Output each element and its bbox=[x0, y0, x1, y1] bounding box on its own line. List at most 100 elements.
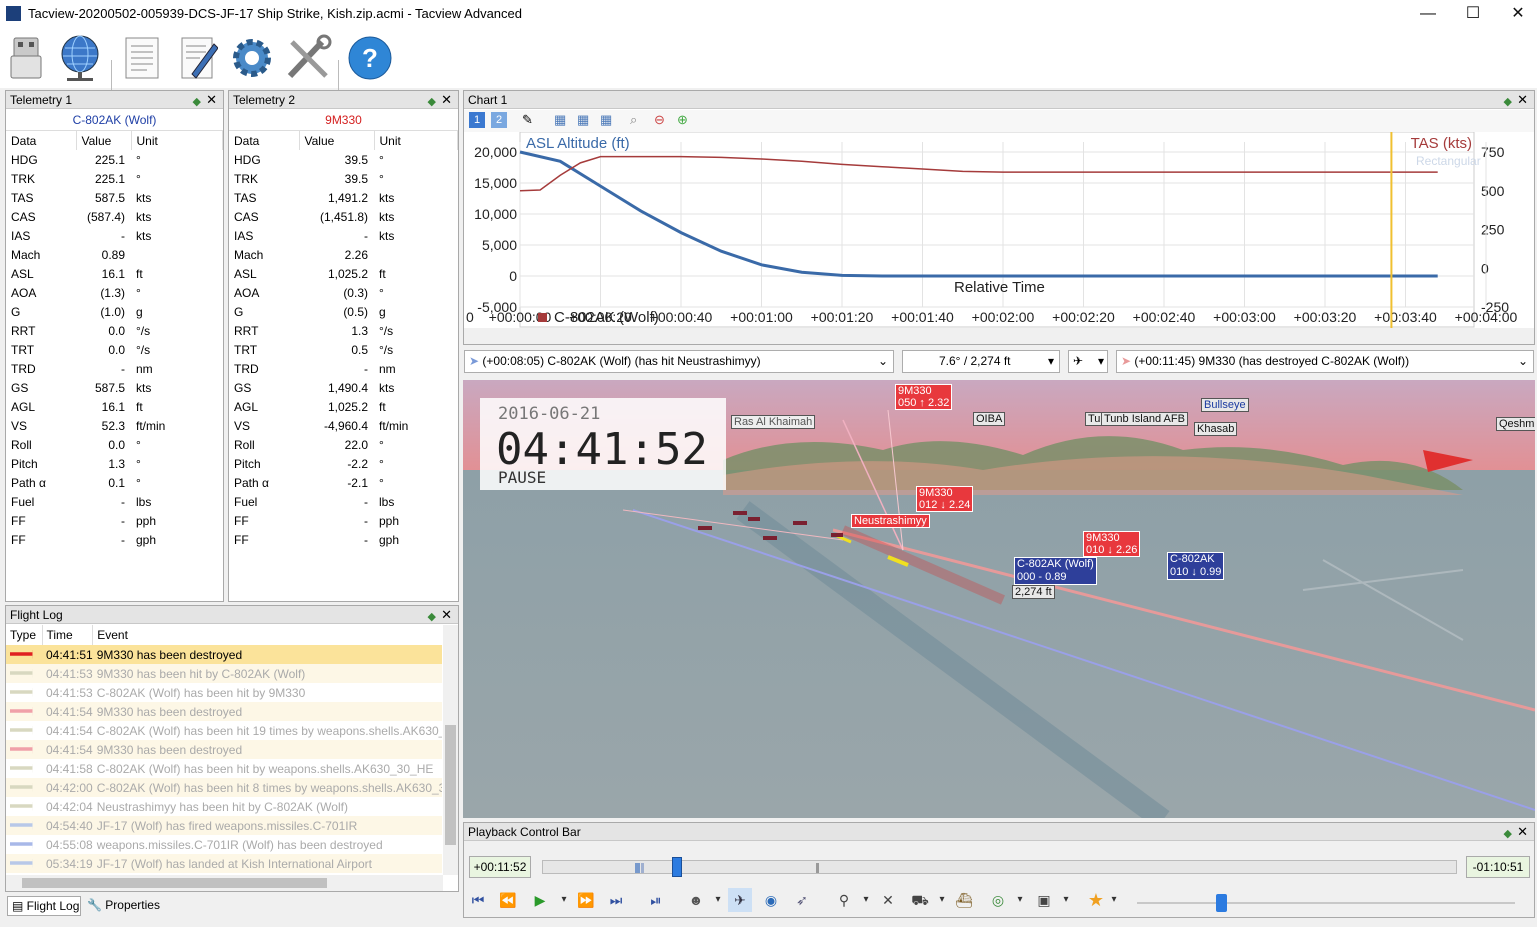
chevron-down-icon[interactable]: ▾ bbox=[854, 888, 878, 912]
log-row[interactable]: 04:41:53 C-802AK (Wolf) has been hit by 9… bbox=[6, 683, 442, 702]
left-event-select[interactable]: ➤ (+00:08:05) C-802AK (Wolf) (has hit Ne… bbox=[464, 350, 894, 373]
label-ras-al-khaimah[interactable]: Ras Al Khaimah bbox=[731, 415, 816, 429]
close-button[interactable]: ✕ bbox=[1495, 0, 1537, 28]
skip-to-end-icon[interactable]: ⏭ bbox=[604, 888, 628, 912]
telemetry-unit: °/s bbox=[136, 342, 151, 357]
step-back-icon[interactable]: ⏪ bbox=[496, 888, 520, 912]
log-row[interactable]: 04:41:54 9M330 has been destroyed bbox=[6, 702, 442, 721]
panel-close-icon[interactable]: ✕ bbox=[1517, 91, 1528, 109]
log-row[interactable]: 05:34:19 JF-17 (Wolf) has landed at Kish … bbox=[6, 854, 442, 873]
zoom-in-icon[interactable]: ⊕ bbox=[677, 112, 688, 128]
telemetry-value: (0.3) bbox=[343, 285, 368, 300]
chevron-down-icon[interactable]: ▾ bbox=[552, 888, 576, 912]
zoom-out-icon[interactable]: ⊖ bbox=[654, 112, 665, 128]
label-qeshm[interactable]: Qeshm bbox=[1496, 417, 1535, 431]
speed-slider-track[interactable] bbox=[1137, 902, 1515, 904]
timeline-thumb[interactable] bbox=[671, 857, 682, 877]
pin-icon[interactable]: ◆ bbox=[428, 608, 436, 626]
log-row[interactable]: 04:54:40 JF-17 (Wolf) has fired weapons.m… bbox=[6, 816, 442, 835]
chevron-down-icon[interactable]: ▾ bbox=[1054, 888, 1078, 912]
tools-icon[interactable] bbox=[282, 32, 334, 84]
missile-view-icon[interactable]: ➶ bbox=[790, 888, 814, 912]
maximize-button[interactable]: ☐ bbox=[1450, 0, 1496, 28]
pin-icon[interactable]: ◆ bbox=[1504, 93, 1512, 111]
tab-flight-log[interactable]: ▤ Flight Log bbox=[7, 896, 81, 916]
ship-icon[interactable]: ⛴ bbox=[952, 888, 976, 912]
pin-icon[interactable]: ◆ bbox=[193, 93, 201, 111]
log-row[interactable]: 04:41:54 C-802AK (Wolf) has been hit 19 t… bbox=[6, 721, 442, 740]
chevron-down-icon[interactable]: ▾ bbox=[930, 888, 954, 912]
camera-mode-select[interactable]: ✈ ▾ bbox=[1068, 350, 1108, 373]
magic-wand-icon[interactable]: ✎ bbox=[522, 112, 533, 128]
speed-slider-thumb[interactable] bbox=[1216, 894, 1227, 912]
telemetry-2-object[interactable]: 9M330 bbox=[229, 109, 458, 131]
label-bullseye[interactable]: Bullseye bbox=[1201, 398, 1249, 412]
log-row[interactable]: 04:42:04 Neustrashimyy has been hit by C-… bbox=[6, 797, 442, 816]
globe-network-icon[interactable] bbox=[54, 32, 106, 84]
radar-icon[interactable]: ◎ bbox=[986, 888, 1010, 912]
panel-close-icon[interactable]: ✕ bbox=[441, 91, 452, 109]
label-c802ak[interactable]: C-802AK 010 ↓ 0.99 bbox=[1167, 552, 1225, 580]
helicopter-icon[interactable]: ⚲ bbox=[832, 888, 856, 912]
chart-layout-icon[interactable]: ▦ bbox=[554, 112, 566, 128]
minimize-button[interactable]: — bbox=[1405, 0, 1451, 28]
label-tunb-island-afb[interactable]: Tunb Island AFB bbox=[1101, 412, 1188, 426]
horizontal-scrollbar[interactable] bbox=[6, 875, 443, 891]
chart-plot[interactable]: 20,00015,00010,0005,0000-5,0007505002500… bbox=[464, 132, 1534, 328]
chart-layout-icon[interactable]: ▦ bbox=[577, 112, 589, 128]
vertical-scrollbar[interactable] bbox=[443, 625, 458, 875]
scrollbar-thumb[interactable] bbox=[445, 725, 456, 845]
camera-angle-distance-select[interactable]: 7.6° / 2,274 ft ▾ bbox=[902, 350, 1060, 373]
edit-document-icon[interactable] bbox=[172, 32, 224, 84]
label-9m330-b[interactable]: 9M330 012 ↓ 2.24 bbox=[916, 486, 974, 512]
label-neustrashimyy[interactable]: Neustrashimyy bbox=[851, 514, 930, 528]
panel-close-icon[interactable]: ✕ bbox=[206, 91, 217, 109]
log-row[interactable]: 04:55:08 weapons.missiles.C-701IR (Wolf) … bbox=[6, 835, 442, 854]
help-icon[interactable]: ? bbox=[344, 32, 396, 84]
label-c802ak-wolf[interactable]: C-802AK (Wolf) 000 - 0.89 bbox=[1014, 557, 1097, 585]
chevron-down-icon[interactable]: ▾ bbox=[706, 888, 730, 912]
right-event-select[interactable]: ➤ (+00:11:45) 9M330 (has destroyed C-802… bbox=[1116, 350, 1534, 373]
label-khasab[interactable]: Khasab bbox=[1194, 422, 1238, 436]
log-row[interactable]: 04:41:54 9M330 has been destroyed bbox=[6, 740, 442, 759]
step-frame-icon[interactable]: ⏯ bbox=[644, 888, 668, 912]
usb-drive-icon[interactable] bbox=[0, 32, 52, 84]
telemetry-unit: ° bbox=[379, 437, 384, 452]
transport-icon[interactable]: ⛟ bbox=[908, 888, 932, 912]
pilot-helmet-icon[interactable]: ☻ bbox=[684, 888, 708, 912]
chart-layout-icon[interactable]: ▦ bbox=[600, 112, 612, 128]
settings-gear-icon[interactable] bbox=[226, 32, 278, 84]
telemetry-1-object[interactable]: C-802AK (Wolf) bbox=[6, 109, 223, 131]
document-icon[interactable] bbox=[116, 32, 168, 84]
panel-close-icon[interactable]: ✕ bbox=[1517, 823, 1528, 841]
zoom-fit-icon[interactable]: ⌕ bbox=[630, 112, 637, 128]
aircraft-filter-icon[interactable]: ✕ bbox=[876, 888, 900, 912]
label-display-icon[interactable]: ▣ bbox=[1032, 888, 1056, 912]
flight-log-list[interactable]: Type Time Event 04:41:51 9M330 has been des… bbox=[6, 625, 442, 875]
scrollbar-thumb[interactable] bbox=[22, 878, 327, 888]
log-row[interactable]: 04:41:58 C-802AK (Wolf) has been hit by w… bbox=[6, 759, 442, 778]
chart-horizontal-scrollbar[interactable] bbox=[464, 328, 1534, 344]
3d-view[interactable]: 2016-06-21 04:41:52 PAUSE Ras Al Khaimah… bbox=[463, 380, 1535, 818]
aircraft-view-icon[interactable]: ✈ bbox=[728, 888, 752, 912]
label-oiba[interactable]: OIBA bbox=[973, 412, 1006, 426]
chevron-down-icon[interactable]: ▾ bbox=[1102, 888, 1126, 912]
log-row[interactable]: 04:41:51 9M330 has been destroyed bbox=[6, 645, 442, 664]
skip-to-start-icon[interactable]: ⏮ bbox=[466, 888, 490, 912]
panel-close-icon[interactable]: ✕ bbox=[441, 606, 452, 624]
chart-tab-2[interactable]: 2 bbox=[491, 112, 507, 128]
pin-icon[interactable]: ◆ bbox=[428, 93, 436, 111]
timeline-track[interactable] bbox=[542, 857, 1457, 877]
log-row[interactable]: 04:41:53 9M330 has been hit by C-802AK (W… bbox=[6, 664, 442, 683]
log-row[interactable]: 04:42:00 C-802AK (Wolf) has been hit 8 ti… bbox=[6, 778, 442, 797]
globe-view-icon[interactable]: ◉ bbox=[759, 888, 783, 912]
fast-forward-icon[interactable]: ⏩ bbox=[574, 888, 598, 912]
shell-icon bbox=[10, 763, 42, 773]
label-9m330-a[interactable]: 9M330 050 ↑ 2.32 bbox=[895, 384, 953, 410]
chevron-down-icon[interactable]: ▾ bbox=[1008, 888, 1032, 912]
play-icon[interactable]: ▶ bbox=[528, 888, 552, 912]
pin-icon[interactable]: ◆ bbox=[1504, 825, 1512, 843]
chart-tab-1[interactable]: 1 bbox=[469, 112, 485, 128]
label-9m330-c[interactable]: 9M330 010 ↓ 2.26 bbox=[1083, 531, 1141, 557]
tab-properties[interactable]: 🔧 Properties bbox=[83, 896, 163, 916]
